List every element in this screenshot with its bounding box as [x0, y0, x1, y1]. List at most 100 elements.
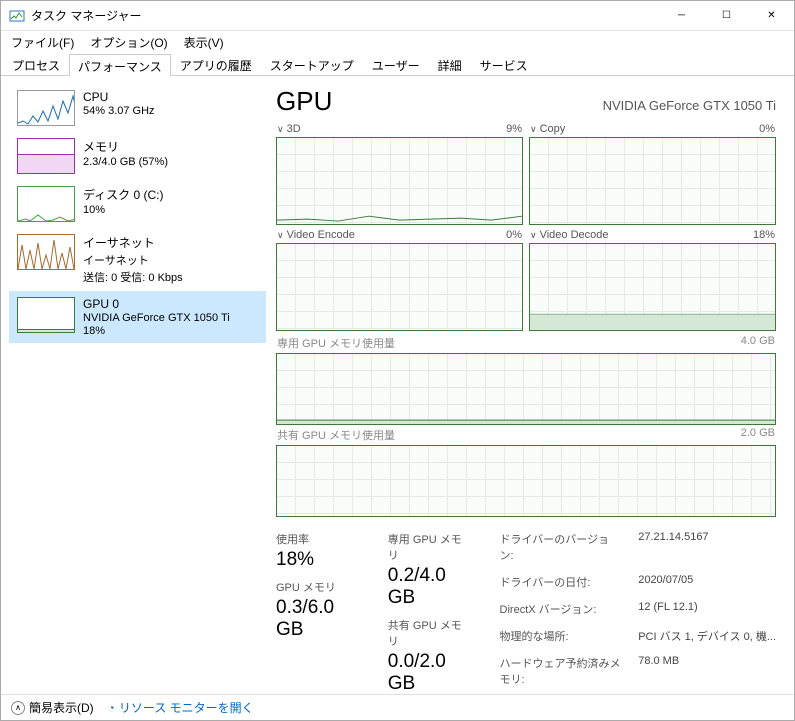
chevron-down-icon: ∨: [530, 230, 537, 240]
gpumem-label: GPU メモリ: [276, 579, 360, 595]
shared-label-row: 共有 GPU メモリ使用量 2.0 GB: [276, 425, 776, 445]
stat-shared: 共有 GPU メモリ 0.0/2.0 GB: [388, 617, 472, 694]
stat-usage: 使用率 18%: [276, 531, 360, 571]
dedicated-label-row: 専用 GPU メモリ使用量 4.0 GB: [276, 333, 776, 353]
shared-label: 共有 GPU メモリ使用量: [277, 427, 395, 443]
chart-3d-graph: [276, 137, 523, 225]
tab-details[interactable]: 詳細: [429, 53, 471, 75]
chart-encode-label: Video Encode: [287, 229, 355, 241]
window-buttons: ─ ☐ ✕: [659, 1, 794, 30]
chart-copy-label: Copy: [540, 123, 566, 135]
menubar: ファイル(F) オプション(O) 表示(V): [1, 31, 794, 53]
ethernet-thumb: [17, 234, 75, 270]
sidebar-item-ethernet[interactable]: イーサネット イーサネット 送信: 0 受信: 0 Kbps: [9, 228, 266, 291]
chevron-up-icon: ∧: [11, 701, 25, 715]
chart-3d-value: 9%: [506, 123, 522, 135]
sidebar-item-disk[interactable]: ディスク 0 (C:) 10%: [9, 180, 266, 228]
resmon-link[interactable]: ◔ リソース モニターを開く: [108, 699, 254, 716]
tab-performance[interactable]: パフォーマンス: [69, 54, 171, 76]
directx-value: 12 (FL 12.1): [638, 601, 776, 625]
disk-text: ディスク 0 (C:) 10%: [83, 186, 164, 216]
dedicated-max: 4.0 GB: [741, 335, 775, 351]
tab-services[interactable]: サービス: [471, 53, 537, 75]
directx-label: DirectX バージョン:: [500, 601, 623, 625]
ethernet-name: イーサネット: [83, 234, 183, 251]
menu-options[interactable]: オプション(O): [84, 32, 173, 53]
sidebar: CPU 54% 3.07 GHz メモリ 2.3/4.0 GB (57%) ディ…: [1, 76, 266, 694]
window-title: タスク マネージャー: [31, 7, 659, 24]
chart-decode[interactable]: ∨Video Decode18%: [529, 227, 776, 331]
chart-copy-value: 0%: [759, 123, 775, 135]
menu-file[interactable]: ファイル(F): [5, 32, 80, 53]
gpumem-value: 0.3/6.0 GB: [276, 597, 360, 641]
driver-ver-label: ドライバーのバージョン:: [500, 531, 623, 571]
tab-startup[interactable]: スタートアップ: [261, 53, 363, 75]
app-icon: [9, 8, 25, 24]
cpu-name: CPU: [83, 90, 155, 104]
usage-value: 18%: [276, 549, 360, 571]
reserved-label: ハードウェア予約済みメモリ:: [500, 655, 623, 694]
chart-row-2: ∨Video Encode0% ∨Video Decode18%: [276, 227, 776, 331]
chart-3d[interactable]: ∨3D9%: [276, 121, 523, 225]
resmon-label: リソース モニターを開く: [119, 699, 254, 716]
memory-thumb: [17, 138, 75, 174]
resmon-icon: ◔: [108, 701, 115, 715]
chart-copy-graph: [529, 137, 776, 225]
shared-stat-label: 共有 GPU メモリ: [388, 617, 472, 649]
cpu-detail: 54% 3.07 GHz: [83, 105, 155, 117]
ethernet-text: イーサネット イーサネット 送信: 0 受信: 0 Kbps: [83, 234, 183, 285]
chart-decode-graph: [529, 243, 776, 331]
chart-dedicated-graph: [276, 353, 776, 425]
stats-mid: 専用 GPU メモリ 0.2/4.0 GB 共有 GPU メモリ 0.0/2.0…: [388, 531, 472, 694]
sidebar-item-gpu[interactable]: GPU 0 NVIDIA GeForce GTX 1050 Ti 18%: [9, 291, 266, 343]
main-pane: GPU NVIDIA GeForce GTX 1050 Ti ∨3D9% ∨Co…: [266, 76, 794, 694]
statusbar: ∧ 簡易表示(D) ◔ リソース モニターを開く: [1, 694, 794, 720]
cpu-thumb: [17, 90, 75, 126]
titlebar: タスク マネージャー ─ ☐ ✕: [1, 1, 794, 31]
reserved-value: 78.0 MB: [638, 655, 776, 694]
chart-decode-value: 18%: [753, 229, 775, 241]
disk-thumb: [17, 186, 75, 222]
shared-stat-value: 0.0/2.0 GB: [388, 651, 472, 694]
page-title: GPU: [276, 86, 332, 117]
chart-encode-graph: [276, 243, 523, 331]
chart-encode-value: 0%: [506, 229, 522, 241]
memory-detail: 2.3/4.0 GB (57%): [83, 156, 168, 168]
close-button[interactable]: ✕: [749, 1, 794, 30]
sidebar-item-memory[interactable]: メモリ 2.3/4.0 GB (57%): [9, 132, 266, 180]
tab-users[interactable]: ユーザー: [363, 53, 429, 75]
chart-shared-graph: [276, 445, 776, 517]
menu-view[interactable]: 表示(V): [178, 32, 230, 53]
info-grid: ドライバーのバージョン:27.21.14.5167 ドライバーの日付:2020/…: [500, 531, 776, 694]
chart-row-1: ∨ 3D 9% ∨Copy 0%: [276, 121, 776, 225]
maximize-button[interactable]: ☐: [704, 1, 749, 30]
driver-ver-value: 27.21.14.5167: [638, 531, 776, 571]
stat-gpumem: GPU メモリ 0.3/6.0 GB: [276, 579, 360, 641]
gpu-detail1: NVIDIA GeForce GTX 1050 Ti: [83, 312, 230, 324]
driver-date-value: 2020/07/05: [638, 574, 776, 598]
tab-history[interactable]: アプリの履歴: [171, 53, 261, 75]
minimize-button[interactable]: ─: [659, 1, 704, 30]
disk-detail: 10%: [83, 204, 164, 216]
ethernet-detail2: 送信: 0 受信: 0 Kbps: [83, 269, 183, 285]
location-label: 物理的な場所:: [500, 628, 623, 652]
gpu-name: GPU 0: [83, 297, 230, 311]
chart-3d-label: 3D: [287, 123, 301, 135]
chevron-down-icon: ∨: [277, 230, 284, 240]
stats-row: 使用率 18% GPU メモリ 0.3/6.0 GB 専用 GPU メモリ 0.…: [276, 531, 776, 694]
sidebar-item-cpu[interactable]: CPU 54% 3.07 GHz: [9, 84, 266, 132]
shared-max: 2.0 GB: [741, 427, 775, 443]
chart-encode[interactable]: ∨Video Encode 0%: [276, 227, 523, 331]
memory-text: メモリ 2.3/4.0 GB (57%): [83, 138, 168, 168]
tab-processes[interactable]: プロセス: [3, 53, 69, 75]
stat-dedicated: 専用 GPU メモリ 0.2/4.0 GB: [388, 531, 472, 609]
dedicated-stat-value: 0.2/4.0 GB: [388, 565, 472, 609]
collapse-label: 簡易表示(D): [29, 699, 94, 716]
cpu-text: CPU 54% 3.07 GHz: [83, 90, 155, 117]
chevron-down-icon: ∨: [530, 124, 537, 134]
tabbar: プロセス パフォーマンス アプリの履歴 スタートアップ ユーザー 詳細 サービス: [1, 53, 794, 76]
collapse-button[interactable]: ∧ 簡易表示(D): [11, 699, 94, 716]
usage-label: 使用率: [276, 531, 360, 547]
chart-copy[interactable]: ∨Copy 0%: [529, 121, 776, 225]
memory-name: メモリ: [83, 138, 168, 155]
